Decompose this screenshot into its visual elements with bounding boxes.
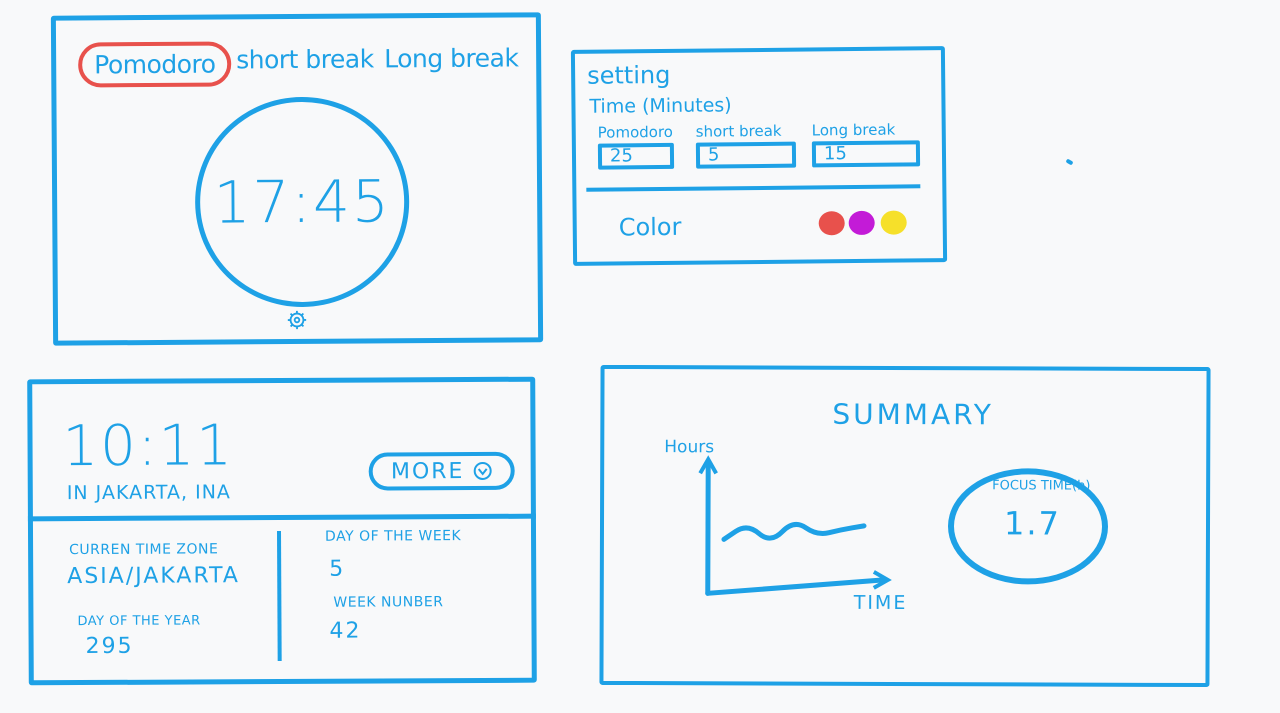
clock-divider [27,513,536,522]
week-number-label: WEEK NUNBER [333,594,444,611]
x-axis-label: TIME [853,591,908,615]
settings-panel: setting Time (Minutes) Pomodoro 25 short… [570,46,948,266]
day-of-year-label: DAY OF THE YEAR [77,613,201,630]
settings-title: setting [587,60,671,90]
color-swatch-red[interactable] [818,211,845,236]
day-of-week-label: DAY OF THE WEEK [324,528,462,545]
timezone-value: ASIA/JAKARTA [67,563,240,590]
timezone-label: CURREN TIME ZONE [69,541,219,559]
setting-long-break-label: Long break [811,120,896,140]
tab-pomodoro[interactable]: Pomodoro [78,41,232,88]
setting-pomodoro: Pomodoro 25 [597,122,675,170]
timer-panel: Pomodoro short break Long break 17:45 [50,12,544,346]
more-button[interactable]: MORE [368,451,515,491]
setting-short-break: short break 5 [695,121,797,169]
timer-display: 17:45 [213,167,391,237]
more-button-label: MORE [390,458,465,484]
gear-icon[interactable] [286,309,308,331]
time-minutes-label: Time (Minutes) [589,94,732,118]
week-number-value: 42 [329,618,362,644]
chevron-down-icon [473,461,492,480]
tab-short-break[interactable]: short break [236,44,374,74]
clock-vertical-divider [277,531,282,662]
color-label: Color [618,212,682,242]
clock-time: 10:11 [62,413,235,480]
pomodoro-minutes-input[interactable]: 25 [597,142,675,170]
summary-panel: SUMMARY Hours TIME FOCUS TIME(h) 1.7 [599,364,1211,688]
series-group [721,521,867,542]
long-break-minutes-input[interactable]: 15 [811,140,921,168]
timer-circle: 17:45 [194,96,410,308]
setting-pomodoro-label: Pomodoro [597,122,674,142]
day-of-year-value: 295 [85,633,134,660]
series-line-0 [721,521,867,542]
y-axis-label: Hours [664,437,715,458]
clock-location: IN JAKARTA, INA [66,481,231,505]
summary-title: SUMMARY [832,397,994,432]
setting-long-break: Long break 15 [811,120,921,168]
short-break-minutes-input[interactable]: 5 [695,141,797,169]
color-swatch-purple[interactable] [848,210,875,236]
settings-divider [586,184,921,192]
clock-panel: 10:11 IN JAKARTA, INA MORE CURREN TIME Z… [27,376,537,686]
color-swatch-yellow[interactable] [880,210,907,235]
focus-time-label: FOCUS TIME(h) [992,478,1091,494]
focus-time-value: 1.7 [1003,504,1061,543]
stray-pen-mark [1065,158,1074,166]
tab-long-break[interactable]: Long break [384,43,518,73]
day-of-week-value: 5 [329,556,346,582]
setting-short-break-label: short break [695,121,782,141]
